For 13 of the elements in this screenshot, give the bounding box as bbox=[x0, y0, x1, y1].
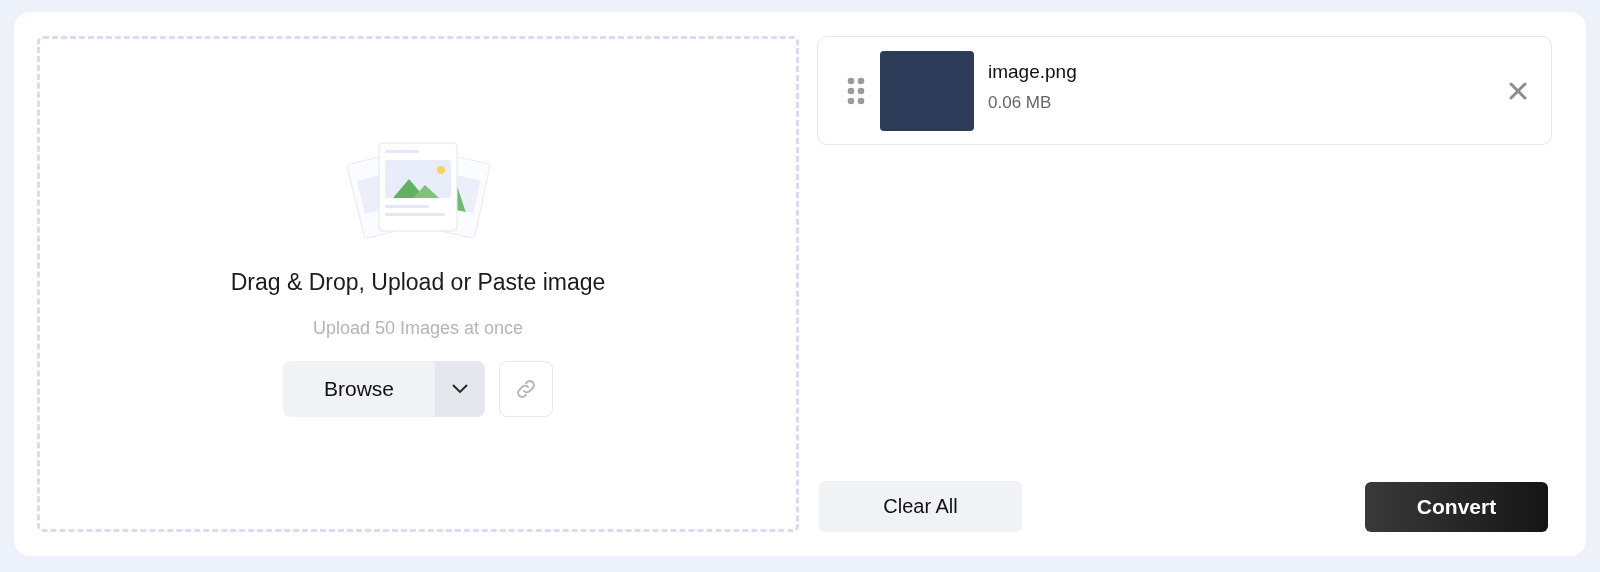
link-button[interactable] bbox=[499, 361, 553, 417]
drop-zone-hint: Upload 50 Images at once bbox=[312, 318, 524, 339]
file-name: image.png bbox=[988, 61, 1078, 83]
drop-zone[interactable]: Drag & Drop, Upload or Paste image Upload 50 Images at once Browse bbox=[37, 36, 799, 532]
drop-zone-title: Drag & Drop, Upload or Paste image bbox=[230, 269, 606, 296]
clear-all-button[interactable]: Clear All bbox=[819, 481, 1022, 532]
chevron-down-icon bbox=[450, 383, 470, 395]
convert-button[interactable]: Convert bbox=[1365, 481, 1548, 532]
file-size: 0.06 MB bbox=[988, 93, 1053, 113]
close-icon[interactable] bbox=[1509, 81, 1527, 100]
browse-button[interactable]: Browse bbox=[283, 361, 435, 417]
link-icon bbox=[514, 377, 538, 401]
drag-handle-icon[interactable] bbox=[846, 75, 866, 106]
